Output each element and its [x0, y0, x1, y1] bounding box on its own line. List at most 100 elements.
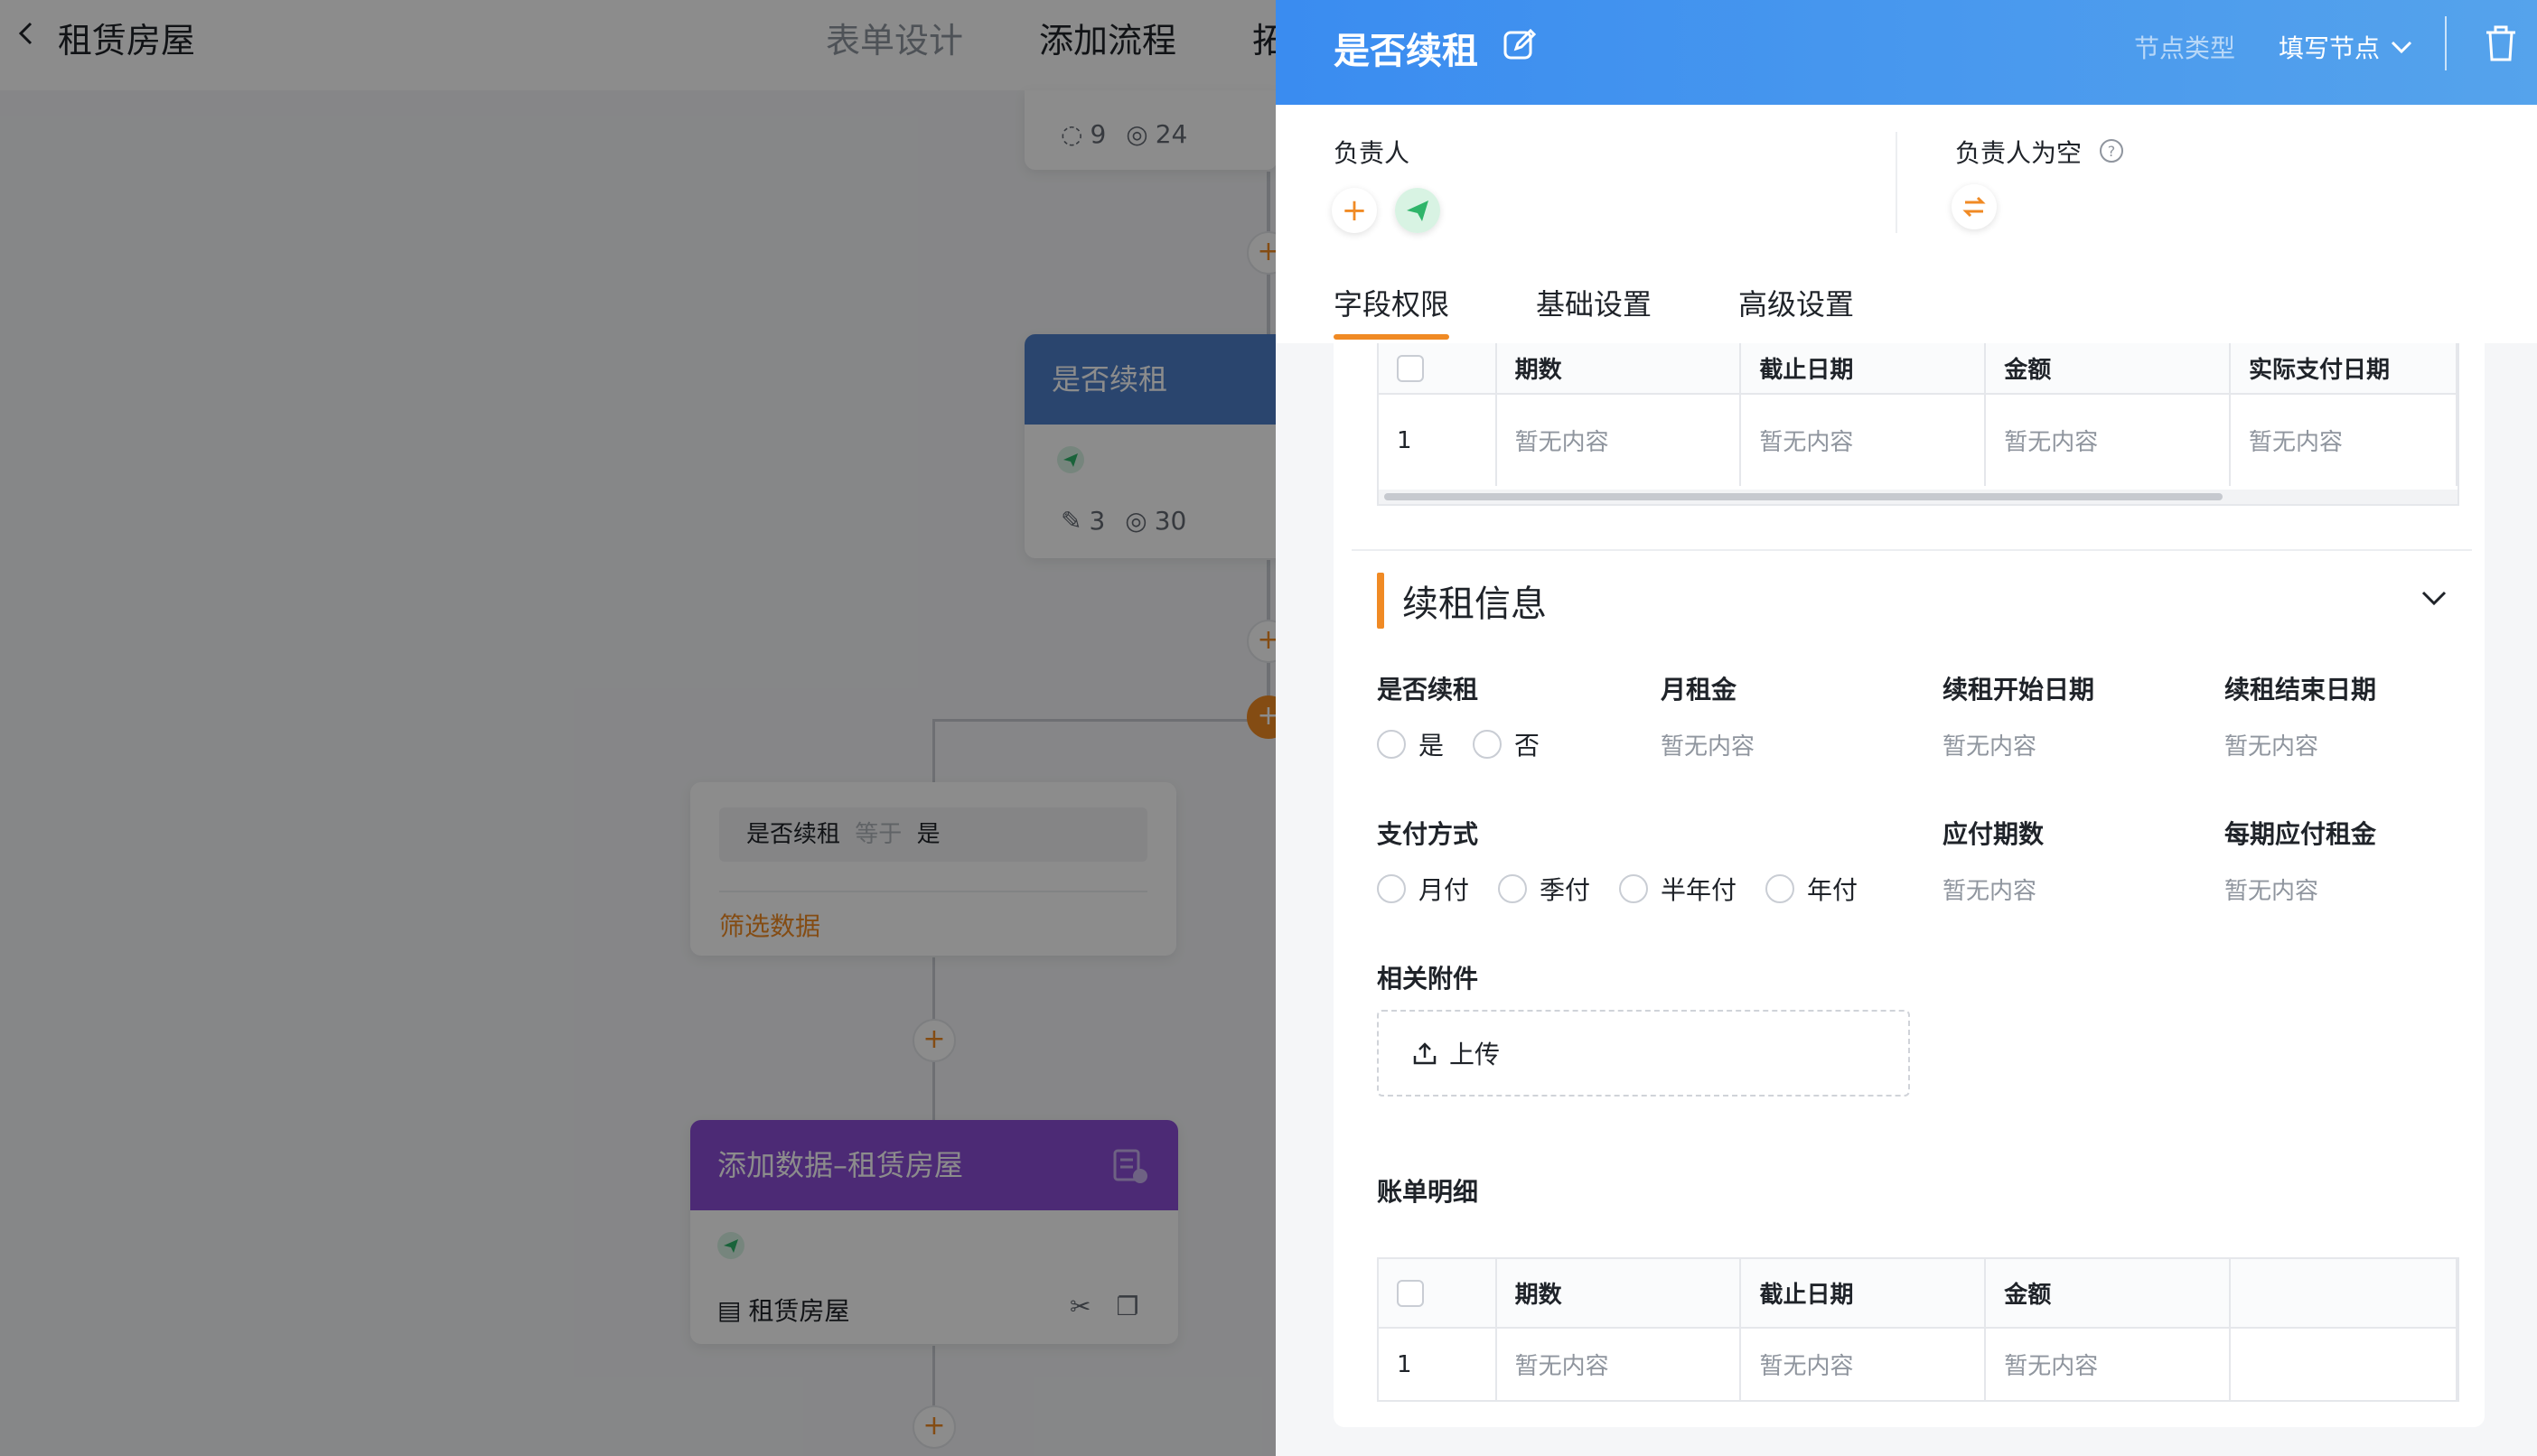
node-title: 是否续租 [1025, 334, 1276, 425]
upload-icon [1413, 1042, 1437, 1065]
owner-initiator[interactable] [1395, 188, 1440, 233]
question-circle-icon[interactable]: ? [2098, 137, 2125, 164]
flow-canvas: 租赁房屋 表单设计 添加流程 拓 ◌ 9 ◎ 24 + 是否续租 ✎ 3 ◎ 3… [0, 0, 1276, 1456]
copy-icon[interactable]: ❐ [1116, 1292, 1138, 1321]
send-icon [717, 1232, 744, 1259]
upload-button[interactable]: 上传 [1377, 1010, 1910, 1097]
table-row: 1 暂无内容 暂无内容 暂无内容 暂无内容 [1379, 394, 2457, 486]
tab-partial[interactable]: 拓 [1252, 13, 1276, 62]
radio-yes[interactable]: 是 [1377, 726, 1444, 762]
condition-value: 是 [916, 821, 941, 848]
field-renew-end: 续租结束日期 暂无内容 [2224, 670, 2376, 761]
app-title: 租赁房屋 [58, 21, 196, 61]
tab-form-design[interactable]: 表单设计 [826, 13, 963, 62]
field-value: 暂无内容 [1661, 733, 1755, 761]
table-header: 金额 [1985, 343, 2232, 395]
field-label: 续租结束日期 [2224, 675, 2377, 705]
field-label: 账单明细 [1377, 1177, 1479, 1207]
select-all-checkbox[interactable] [1397, 1279, 1424, 1307]
field-permissions-content: 期数 截止日期 金额 实际支付日期 1 暂无内容 暂无内容 暂无内容 暂无内容 … [1334, 343, 2485, 1427]
svg-text:?: ? [2108, 143, 2116, 160]
upload-label: 上传 [1449, 1040, 1501, 1069]
table-cell: 暂无内容 [1740, 1328, 1987, 1400]
row-index: 1 [1379, 1328, 1497, 1400]
field-value: 暂无内容 [1943, 878, 2037, 905]
add-branch-button[interactable]: + [1247, 695, 1276, 739]
node-type-value: 填写节点 [2279, 33, 2381, 63]
chevron-down-icon [2391, 41, 2412, 54]
node-title: 添加数据–租赁房屋 [690, 1120, 1178, 1210]
radio-no[interactable]: 否 [1473, 726, 1540, 762]
trash-icon[interactable] [2483, 23, 2519, 63]
send-icon [1395, 188, 1440, 233]
add-node-button[interactable]: + [1247, 620, 1276, 663]
scrollbar-thumb[interactable] [1384, 493, 2223, 500]
radio-quarterly[interactable]: 季付 [1498, 871, 1590, 907]
chevron-left-icon[interactable] [13, 20, 40, 47]
bill-detail-table: 期数 截止日期 金额 1 暂无内容 暂无内容 暂无内容 [1377, 1257, 2459, 1402]
table-header: 截止日期 [1740, 1259, 1987, 1329]
chevron-down-icon[interactable] [2418, 585, 2450, 612]
edit-count: 3 [1089, 506, 1106, 536]
field-label: 月租金 [1661, 675, 1737, 705]
payment-table: 期数 截止日期 金额 实际支付日期 1 暂无内容 暂无内容 暂无内容 暂无内容 [1377, 343, 2459, 506]
radio-yearly[interactable]: 年付 [1765, 871, 1858, 907]
flow-node-start[interactable]: ◌ 9 ◎ 24 [1025, 90, 1276, 170]
drawer-header: 是否续租 节点类型 填写节点 [1276, 0, 2537, 105]
node-type-label: 节点类型 [2134, 33, 2236, 63]
tab-advanced-settings[interactable]: 高级设置 [1738, 282, 1854, 340]
edit-icon[interactable] [1502, 27, 1538, 63]
radio-half-year[interactable]: 半年付 [1619, 871, 1737, 907]
eye-icon: ◎ [1125, 506, 1147, 536]
field-value: 暂无内容 [2224, 878, 2319, 905]
flow-node-renew[interactable]: 是否续租 ✎ 3 ◎ 30 [1025, 334, 1276, 558]
field-rent-per-period: 每期应付租金 暂无内容 [2224, 815, 2376, 906]
add-node-button[interactable]: + [913, 1405, 956, 1449]
filter-data-link[interactable]: 筛选数据 [719, 907, 820, 943]
flow-line [932, 719, 1272, 722]
tab-add-flow[interactable]: 添加流程 [1039, 13, 1176, 62]
field-label: 相关附件 [1377, 964, 1479, 994]
select-all-checkbox[interactable] [1397, 354, 1424, 382]
table-cell: 暂无内容 [1985, 394, 2232, 486]
table-header: 实际支付日期 [2230, 343, 2457, 395]
view-count: 24 [1155, 119, 1188, 149]
eye-icon: ◎ [1126, 119, 1148, 149]
scissors-icon[interactable]: ✂ [1070, 1292, 1091, 1321]
section-title: 续租信息 [1402, 583, 1547, 625]
add-node-button[interactable]: + [1247, 231, 1276, 275]
horizontal-scrollbar[interactable] [1379, 490, 2457, 504]
condition-operator: 等于 [855, 821, 903, 848]
flow-node-add-data[interactable]: 添加数据–租赁房屋 ▤ 租赁房屋 ✂ ❐ [690, 1120, 1178, 1344]
drawer-title: 是否续租 [1334, 31, 1478, 72]
row-index: 1 [1379, 394, 1497, 486]
drawer-tabs: 字段权限 基础设置 高级设置 [1334, 282, 1854, 340]
radio-monthly[interactable]: 月付 [1377, 871, 1469, 907]
owner-empty-action[interactable] [1952, 184, 1997, 229]
tab-field-permissions[interactable]: 字段权限 [1334, 282, 1450, 340]
field-bill-detail: 账单明细 [1377, 1172, 1478, 1209]
field-value: 暂无内容 [2224, 733, 2319, 761]
table-header: 金额 [1985, 1259, 2232, 1329]
table-row: 1 暂无内容 暂无内容 暂无内容 [1379, 1328, 2457, 1400]
add-owner-button[interactable]: + [1332, 188, 1377, 233]
swap-icon [1962, 196, 1986, 218]
hidden-count: 9 [1090, 119, 1107, 149]
tab-basic-settings[interactable]: 基础设置 [1536, 282, 1652, 340]
branch-condition-card[interactable]: 是否续租 等于 是 筛选数据 [690, 782, 1176, 956]
field-value: 暂无内容 [1943, 733, 2037, 761]
condition-row: 是否续租 等于 是 [719, 807, 1147, 862]
add-node-button[interactable]: + [913, 1019, 956, 1062]
eye-slash-icon: ◌ [1061, 119, 1083, 149]
field-label: 应付期数 [1943, 819, 2045, 849]
view-count: 30 [1154, 506, 1187, 536]
field-label: 支付方式 [1377, 819, 1479, 849]
field-attachment: 相关附件 [1377, 959, 1478, 995]
field-label: 续租开始日期 [1943, 675, 2095, 705]
node-type-select[interactable]: 填写节点 [2279, 29, 2412, 65]
table-cell: 暂无内容 [1740, 394, 1987, 486]
target-form-name: 租赁房屋 [748, 1296, 850, 1326]
table-cell: 暂无内容 [1495, 1328, 1742, 1400]
owner-panel: 负责人 + 负责人为空 ? 字段权限 基础设置 高级设置 [1276, 105, 2537, 343]
flow-line [932, 719, 935, 782]
